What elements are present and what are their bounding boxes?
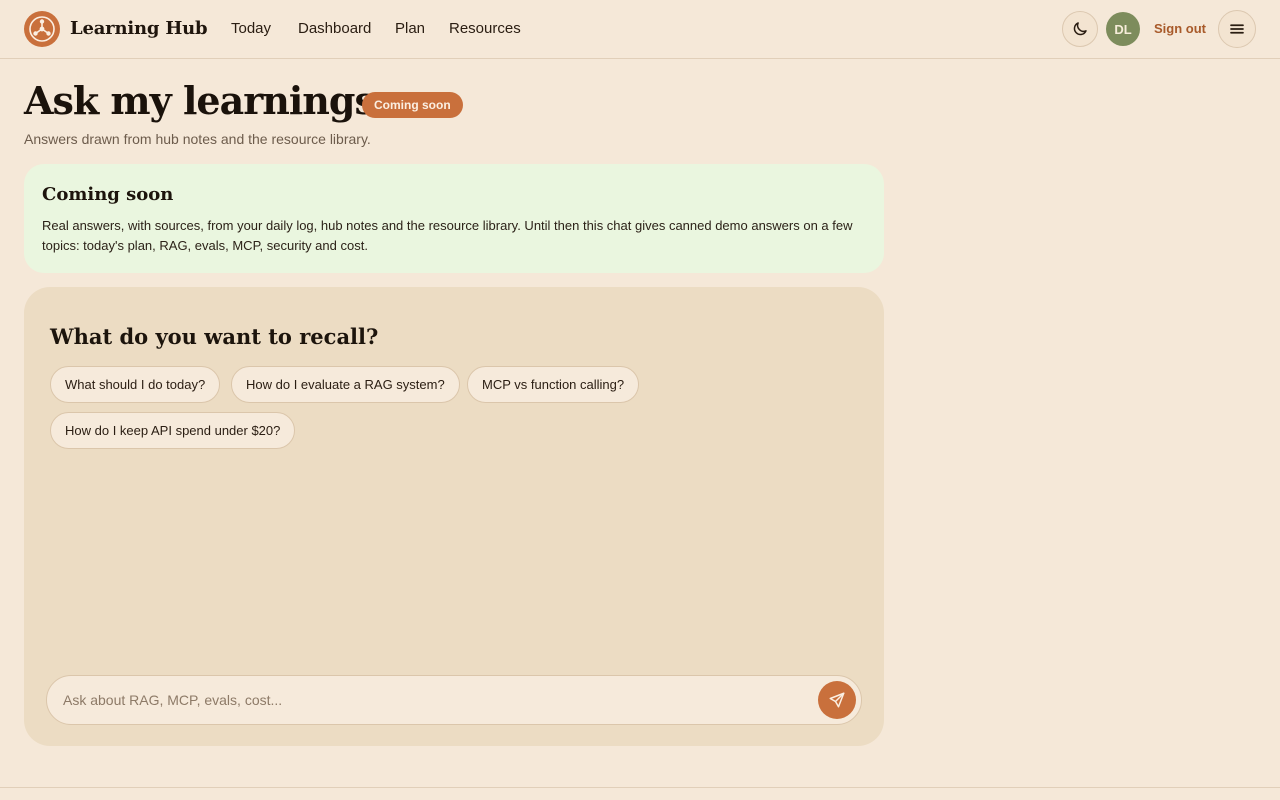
top-header: Learning Hub Today Dashboard Plan Resour…: [0, 0, 1280, 59]
menu-button[interactable]: [1218, 10, 1256, 48]
notice-body: Real answers, with sources, from your da…: [42, 218, 853, 253]
page-title: Ask my learnings: [24, 78, 376, 123]
moon-icon: [1073, 22, 1087, 36]
send-icon: [829, 692, 845, 708]
chat-title: What do you want to recall?: [50, 324, 379, 349]
hub-logo-icon[interactable]: [24, 11, 60, 47]
nav-item-today[interactable]: Today: [231, 20, 271, 37]
sign-out-link[interactable]: Sign out: [1154, 21, 1206, 36]
send-button[interactable]: [818, 681, 856, 719]
page-subtitle: Answers drawn from hub notes and the res…: [24, 131, 371, 147]
status-badge: Coming soon: [362, 92, 463, 118]
chat-input-container: [46, 675, 862, 725]
chat-input[interactable]: [63, 676, 803, 724]
nav-item-resources[interactable]: Resources: [449, 20, 521, 37]
notice-title: Coming soon: [42, 184, 174, 205]
brand-name[interactable]: Learning Hub: [70, 18, 208, 39]
nav-item-plan[interactable]: Plan: [395, 20, 425, 37]
chat-panel: What do you want to recall? What should …: [24, 287, 884, 746]
suggestion-chip[interactable]: What should I do today?: [50, 366, 221, 403]
hamburger-icon: [1230, 24, 1244, 34]
coming-soon-notice: Coming soon Real answers, with sources, …: [24, 164, 884, 273]
suggestion-chip[interactable]: How do I evaluate a RAG system?: [231, 366, 460, 403]
footer-divider: [0, 787, 1280, 788]
theme-toggle-button[interactable]: [1062, 11, 1098, 47]
suggestion-chip[interactable]: MCP vs function calling?: [467, 366, 640, 403]
nav-item-dashboard[interactable]: Dashboard: [298, 20, 371, 37]
avatar[interactable]: DL: [1106, 12, 1140, 46]
suggestion-chip[interactable]: How do I keep API spend under $20?: [50, 412, 296, 449]
